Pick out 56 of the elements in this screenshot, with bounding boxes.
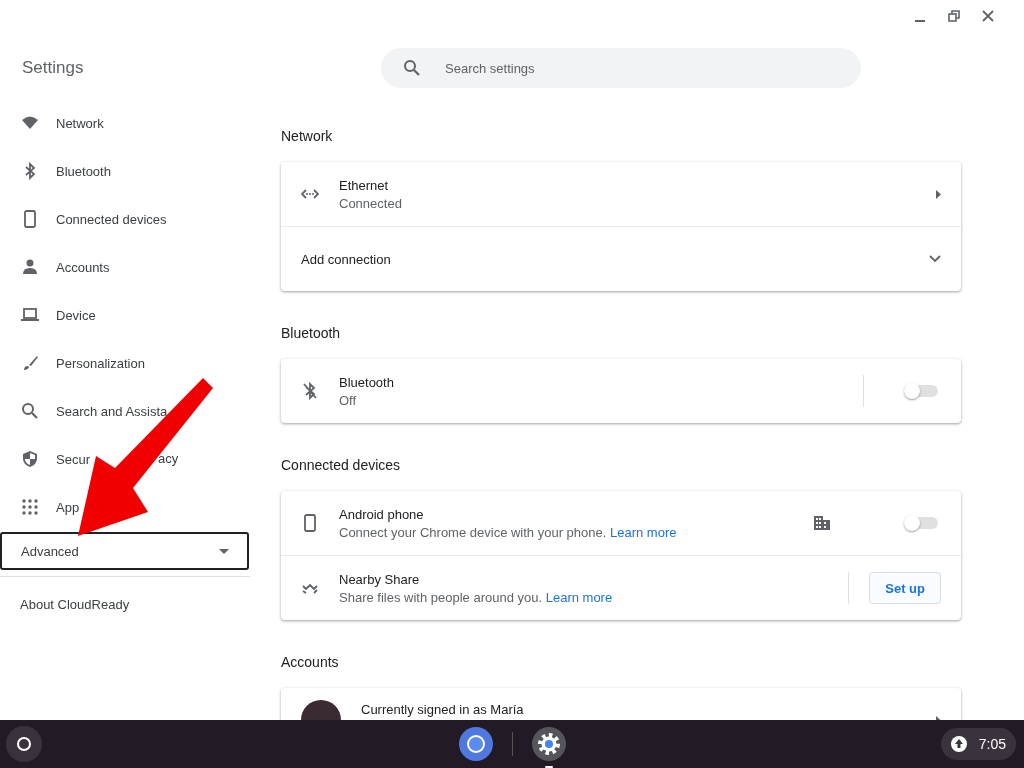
laptop-icon bbox=[21, 306, 39, 324]
learn-more-link[interactable]: Learn more bbox=[610, 524, 677, 540]
section-heading: Accounts bbox=[281, 653, 340, 672]
search-icon bbox=[403, 59, 421, 77]
launcher-icon bbox=[16, 736, 32, 752]
chevron-down-icon[interactable] bbox=[929, 255, 941, 263]
about-link[interactable]: About CloudReady bbox=[0, 583, 250, 627]
learn-more-link[interactable]: Learn more bbox=[545, 589, 613, 605]
toggle-switch[interactable] bbox=[904, 383, 938, 399]
row-title: Android phone bbox=[339, 506, 425, 522]
toggle-switch[interactable] bbox=[904, 515, 938, 531]
upload-icon bbox=[950, 736, 967, 752]
row-subtitle: Off bbox=[339, 392, 358, 408]
sidebar-item[interactable]: Accounts bbox=[0, 243, 250, 291]
sidebar-item[interactable]: Device bbox=[0, 291, 250, 339]
brush-icon bbox=[21, 354, 39, 372]
phone-icon bbox=[21, 210, 39, 228]
sidebar-item[interactable]: Search and Assista bbox=[0, 387, 250, 435]
launcher-button[interactable] bbox=[6, 726, 42, 762]
section-heading: Connected devices bbox=[281, 456, 402, 475]
clock-time: 7:05 bbox=[978, 736, 1006, 752]
row-subtitle: Share files with people around you. Learn more bbox=[339, 589, 614, 605]
row-title: Add connection bbox=[301, 251, 392, 267]
caret-icon bbox=[219, 548, 229, 554]
sidebar-item[interactable]: Connected devices bbox=[0, 195, 250, 243]
browser-icon[interactable] bbox=[458, 727, 493, 761]
sidebar-item[interactable]: Network bbox=[0, 99, 250, 147]
status-tray[interactable]: 7:05 bbox=[940, 728, 1016, 760]
grid-icon bbox=[21, 498, 39, 516]
sidebar-item-text: acy bbox=[158, 451, 179, 466]
sidebar-item[interactable]: Personalization bbox=[0, 339, 250, 387]
section-heading: Network bbox=[281, 127, 334, 146]
row-title: Currently signed in as María bbox=[361, 702, 525, 717]
sidebar-item[interactable]: Secur acy bbox=[0, 435, 250, 483]
row-subtitle: Connected bbox=[339, 195, 403, 211]
sidebar-item[interactable]: App bbox=[0, 483, 250, 531]
shield-icon bbox=[21, 450, 39, 468]
row-title: Ethernet bbox=[339, 177, 390, 193]
person-icon bbox=[21, 258, 39, 276]
search-input[interactable]: Search settings bbox=[443, 59, 827, 77]
chevron-right-icon[interactable] bbox=[936, 189, 941, 199]
restore-icon[interactable] bbox=[948, 10, 960, 22]
row-title: Bluetooth bbox=[339, 374, 395, 390]
advanced-button[interactable]: Advanced bbox=[0, 532, 249, 570]
row-title: Nearby Share bbox=[339, 571, 421, 587]
phone-icon bbox=[301, 514, 319, 532]
settings-icon[interactable] bbox=[531, 727, 566, 761]
search-field[interactable]: Search settings bbox=[381, 48, 861, 88]
search-icon bbox=[21, 402, 39, 420]
section-heading: Bluetooth bbox=[281, 324, 342, 343]
row-subtitle: Connect your Chrome device with your phone. Learn more bbox=[339, 524, 678, 540]
close-icon[interactable] bbox=[982, 10, 994, 22]
bluetooth-off-icon bbox=[301, 382, 319, 400]
settings-title: Settings bbox=[21, 57, 85, 79]
sidebar-item[interactable]: Bluetooth bbox=[0, 147, 250, 195]
set-up-button[interactable]: Set up bbox=[869, 572, 941, 604]
